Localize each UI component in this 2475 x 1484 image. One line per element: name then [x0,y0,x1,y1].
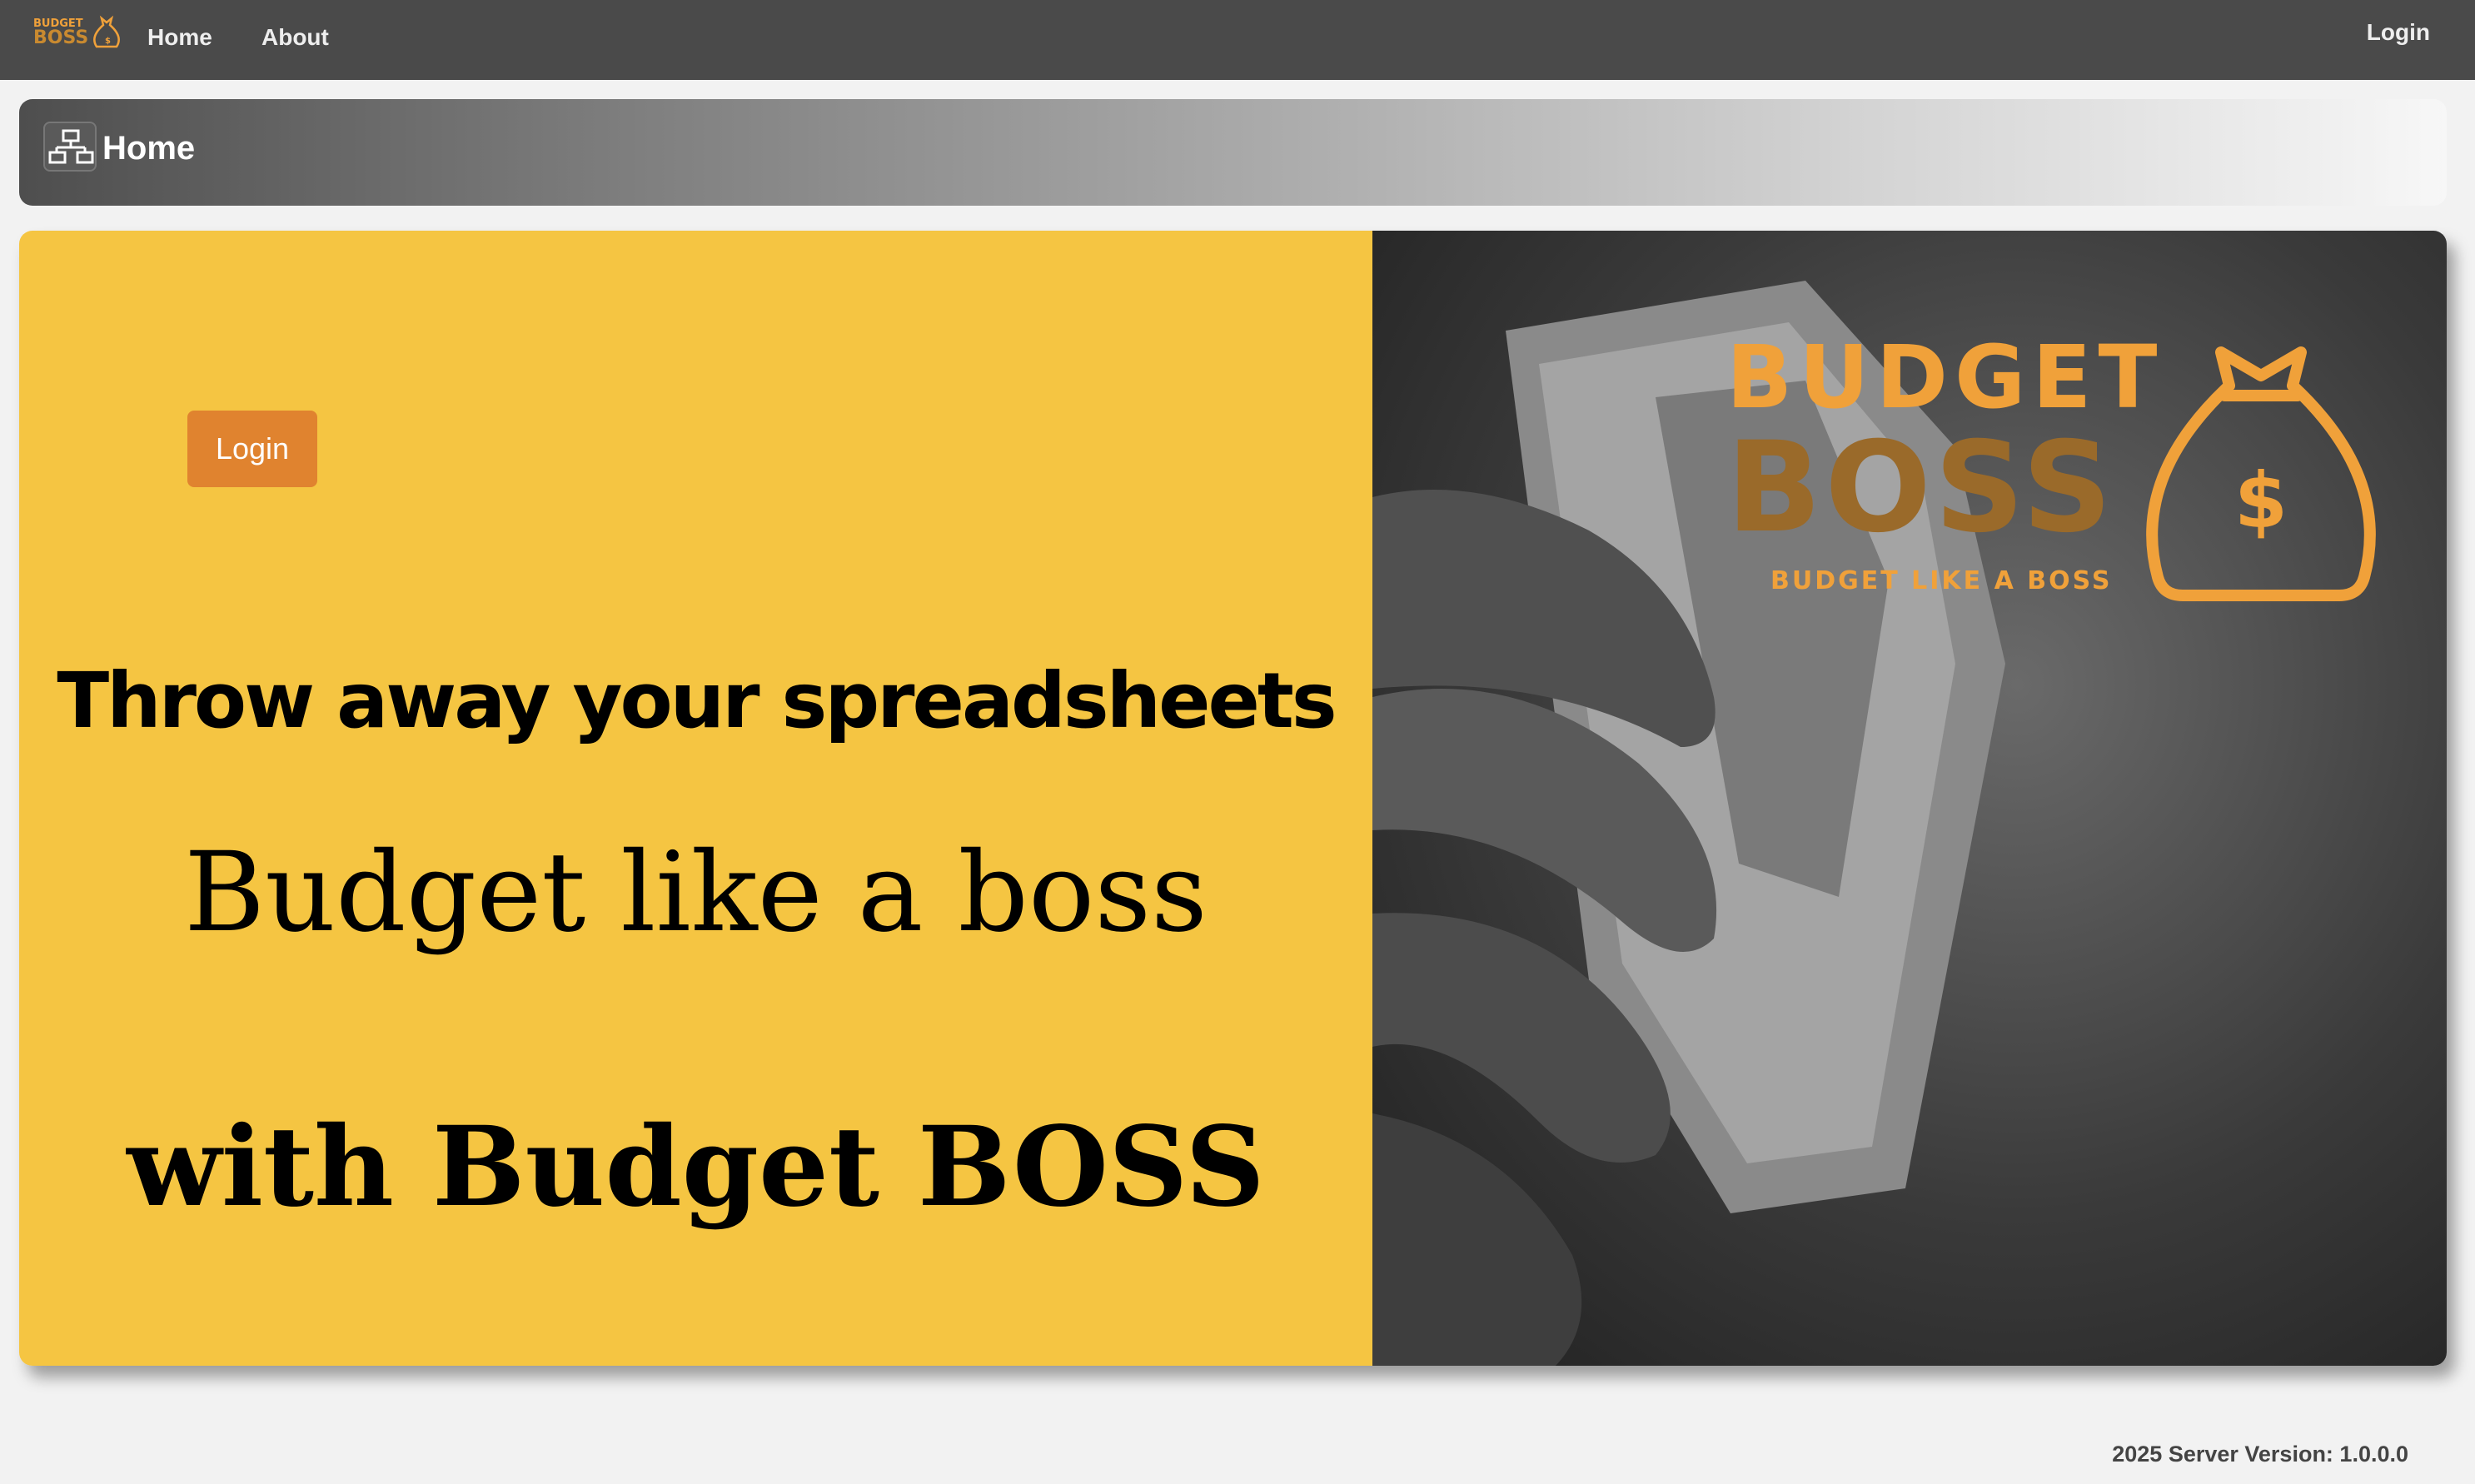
svg-text:$: $ [2234,456,2288,545]
brand-logo-boss: BOSS [1726,416,2116,560]
svg-text:BOSS: BOSS [33,27,88,48]
brand-logo-budget: BUDGET [1726,326,2164,428]
sitemap-icon [43,122,97,172]
brand-slogan: BUDGET LIKE A BOSS [1770,566,2113,595]
budget-boss-logo[interactable]: BUDGET BOSS $ [32,13,125,53]
server-version-footer: 2025 Server Version: 1.0.0.0 [2112,1442,2408,1467]
hero-login-button[interactable]: Login [187,411,317,487]
hero-subheadline: Budget like a boss [184,829,1208,957]
nav-login-link[interactable]: Login [2367,18,2430,47]
top-navbar: BUDGET BOSS $ Home About Login [0,0,2475,80]
nav-about-link[interactable]: About [261,23,329,52]
money-bag-dollar-icon: $ [2146,346,2376,601]
hero-text-panel: Login Throw away your spreadsheets Budge… [19,231,1372,1366]
nav-home-link[interactable]: Home [147,23,212,52]
breadcrumb: Home [19,99,2447,206]
hero-headline: Throw away your spreadsheets [57,656,1337,745]
hero-tagline: with Budget BOSS [127,1103,1265,1232]
svg-text:$: $ [105,37,111,46]
page-title: Home [102,130,196,167]
